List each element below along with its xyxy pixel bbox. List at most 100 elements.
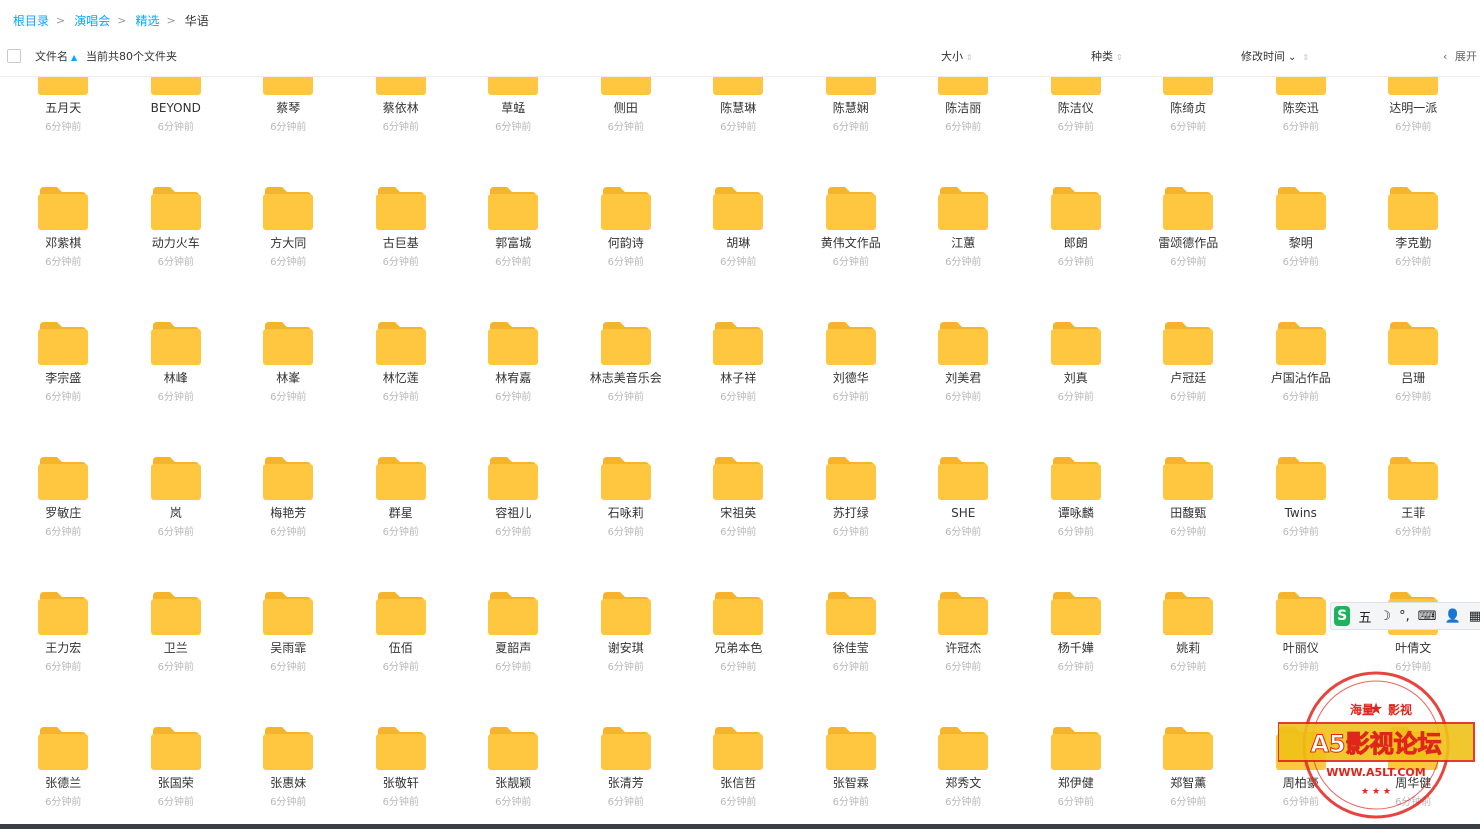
folder-item[interactable]: 张靓颖 6分钟前 xyxy=(457,650,570,808)
select-all-checkbox[interactable] xyxy=(7,49,21,63)
folder-item[interactable]: 卫兰 6分钟前 xyxy=(120,515,233,673)
folder-icon xyxy=(600,455,651,500)
breadcrumb-concerts[interactable]: 演唱会 xyxy=(74,12,110,29)
folder-item[interactable]: 郑伊健 6分钟前 xyxy=(1020,650,1133,808)
folder-item[interactable]: 达明一派 6分钟前 xyxy=(1357,77,1470,133)
folder-item[interactable]: 何韵诗 6分钟前 xyxy=(570,110,683,268)
breadcrumb-featured[interactable]: 精选 xyxy=(135,12,159,29)
folder-item[interactable]: 谭咏麟 6分钟前 xyxy=(1020,380,1133,538)
folder-item[interactable]: SHE 6分钟前 xyxy=(907,380,1020,538)
ime-toolbar[interactable]: S 五 ☽ °, ⌨ 👤 ▦ xyxy=(1330,602,1480,630)
folder-icon xyxy=(1163,590,1213,635)
folder-item[interactable]: 陈奕迅 6分钟前 xyxy=(1245,77,1358,133)
folder-icon xyxy=(600,320,651,365)
folder-item[interactable]: 吕珊 6分钟前 xyxy=(1357,245,1470,403)
folder-item[interactable]: 卢冠廷 6分钟前 xyxy=(1132,245,1245,403)
folder-item[interactable]: 郑智薰 6分钟前 xyxy=(1132,650,1245,808)
folder-item[interactable]: 邓紫棋 6分钟前 xyxy=(7,110,120,268)
moon-icon[interactable]: ☽ xyxy=(1379,609,1391,624)
folder-item[interactable]: 谢安琪 6分钟前 xyxy=(570,515,683,673)
folder-item[interactable]: 黄伟文作品 6分钟前 xyxy=(795,110,908,268)
folder-item[interactable]: 江蕙 6分钟前 xyxy=(907,110,1020,268)
sort-by-size[interactable]: 大小 ⇕ xyxy=(941,48,973,64)
folder-icon xyxy=(263,455,313,500)
folder-item[interactable]: 动力火车 6分钟前 xyxy=(120,110,233,268)
folder-item[interactable]: 夏韶声 6分钟前 xyxy=(457,515,570,673)
folder-item[interactable]: 张信哲 6分钟前 xyxy=(682,650,795,808)
folder-item[interactable]: 石咏莉 6分钟前 xyxy=(570,380,683,538)
folder-grid-viewport[interactable]: 五月天 6分钟前 BEYOND 6分钟前 蔡琴 6分钟前 蔡依林 6分钟前 草蜢 6分钟前 侧田 6分… xyxy=(0,77,1480,821)
folder-item[interactable]: 古巨基 6分钟前 xyxy=(345,110,458,268)
folder-icon xyxy=(1163,185,1213,230)
folder-item[interactable]: 陈洁仪 6分钟前 xyxy=(1020,77,1133,133)
folder-item[interactable]: 陈洁丽 6分钟前 xyxy=(907,77,1020,133)
folder-item[interactable]: 五月天 6分钟前 xyxy=(7,77,120,133)
taskbar-edge xyxy=(0,824,1480,829)
folder-item[interactable]: 侧田 6分钟前 xyxy=(570,77,683,133)
folder-item[interactable]: 张清芳 6分钟前 xyxy=(570,650,683,808)
folder-item[interactable]: 雷颂德作品 6分钟前 xyxy=(1132,110,1245,268)
folder-item[interactable]: 容祖儿 6分钟前 xyxy=(457,380,570,538)
folder-item[interactable]: 蔡琴 6分钟前 xyxy=(232,77,345,133)
folder-item[interactable]: 卢国沾作品 6分钟前 xyxy=(1245,245,1358,403)
expand-panel-button[interactable]: ‹ 展开 xyxy=(1443,48,1477,64)
folder-item[interactable]: 吴雨霏 6分钟前 xyxy=(232,515,345,673)
folder-item[interactable]: 草蜢 6分钟前 xyxy=(457,77,570,133)
folder-item[interactable]: BEYOND 6分钟前 xyxy=(120,77,233,133)
folder-item[interactable]: 李克勤 6分钟前 xyxy=(1357,110,1470,268)
folder-item[interactable]: 刘美君 6分钟前 xyxy=(907,245,1020,403)
folder-item[interactable]: 林峰 6分钟前 xyxy=(120,245,233,403)
folder-item[interactable]: 黎明 6分钟前 xyxy=(1245,110,1358,268)
folder-item[interactable]: 伍佰 6分钟前 xyxy=(345,515,458,673)
folder-item[interactable]: 林峯 6分钟前 xyxy=(232,245,345,403)
folder-item[interactable]: 许冠杰 6分钟前 xyxy=(907,515,1020,673)
folder-item[interactable]: 杨千嬅 6分钟前 xyxy=(1020,515,1133,673)
folder-item[interactable]: 岚 6分钟前 xyxy=(120,380,233,538)
ime-logo-icon[interactable]: S xyxy=(1334,606,1351,626)
folder-item[interactable]: 徐佳莹 6分钟前 xyxy=(795,515,908,673)
folder-item[interactable]: 王力宏 6分钟前 xyxy=(7,515,120,673)
folder-item[interactable]: 林忆莲 6分钟前 xyxy=(345,245,458,403)
user-icon[interactable]: 👤 xyxy=(1445,609,1461,624)
folder-item[interactable]: 林子祥 6分钟前 xyxy=(682,245,795,403)
folder-item[interactable]: 陈绮贞 6分钟前 xyxy=(1132,77,1245,133)
folder-item[interactable]: 姚莉 6分钟前 xyxy=(1132,515,1245,673)
folder-item[interactable]: 郑秀文 6分钟前 xyxy=(907,650,1020,808)
ime-mode[interactable]: 五 xyxy=(1358,607,1371,626)
folder-item[interactable]: 群星 6分钟前 xyxy=(345,380,458,538)
folder-item[interactable]: 陈慧娴 6分钟前 xyxy=(795,77,908,133)
folder-item[interactable]: 郎朗 6分钟前 xyxy=(1020,110,1133,268)
folder-item[interactable]: 陈慧琳 6分钟前 xyxy=(682,77,795,133)
folder-item[interactable]: 林志美音乐会 6分钟前 xyxy=(570,245,683,403)
punctuation-icon[interactable]: °, xyxy=(1399,609,1410,624)
folder-item[interactable]: 蔡依林 6分钟前 xyxy=(345,77,458,133)
grid-icon[interactable]: ▦ xyxy=(1469,609,1480,624)
folder-item[interactable]: 苏打绿 6分钟前 xyxy=(795,380,908,538)
folder-item[interactable]: 张惠妹 6分钟前 xyxy=(232,650,345,808)
folder-item[interactable]: 张德兰 6分钟前 xyxy=(7,650,120,808)
folder-item[interactable]: 罗敏庄 6分钟前 xyxy=(7,380,120,538)
folder-icon xyxy=(825,320,876,365)
folder-item[interactable]: 梅艳芳 6分钟前 xyxy=(232,380,345,538)
folder-item[interactable]: 刘真 6分钟前 xyxy=(1020,245,1133,403)
folder-item[interactable]: 胡琳 6分钟前 xyxy=(682,110,795,268)
folder-item[interactable]: Twins 6分钟前 xyxy=(1245,380,1358,538)
folder-item[interactable]: 张敬轩 6分钟前 xyxy=(345,650,458,808)
folder-item[interactable]: 宋祖英 6分钟前 xyxy=(682,380,795,538)
sort-by-type[interactable]: 种类 ⇕ xyxy=(1091,48,1123,64)
folder-item[interactable]: 王菲 6分钟前 xyxy=(1357,380,1470,538)
folder-item[interactable]: 方大同 6分钟前 xyxy=(232,110,345,268)
folder-item[interactable]: 刘德华 6分钟前 xyxy=(795,245,908,403)
folder-item[interactable]: 林宥嘉 6分钟前 xyxy=(457,245,570,403)
folder-item[interactable]: 张国荣 6分钟前 xyxy=(120,650,233,808)
folder-item[interactable]: 张智霖 6分钟前 xyxy=(795,650,908,808)
breadcrumb-root[interactable]: 根目录 xyxy=(13,12,49,29)
folder-icon xyxy=(488,77,538,95)
keyboard-icon[interactable]: ⌨ xyxy=(1418,609,1437,624)
folder-item[interactable]: 兄弟本色 6分钟前 xyxy=(682,515,795,673)
folder-item[interactable]: 郭富城 6分钟前 xyxy=(457,110,570,268)
folder-item[interactable]: 李宗盛 6分钟前 xyxy=(7,245,120,403)
sort-by-filename[interactable]: 文件名 ▲ xyxy=(35,48,77,64)
sort-by-modified[interactable]: 修改时间 ⌄ ⇕ xyxy=(1241,48,1309,64)
folder-item[interactable]: 田馥甄 6分钟前 xyxy=(1132,380,1245,538)
